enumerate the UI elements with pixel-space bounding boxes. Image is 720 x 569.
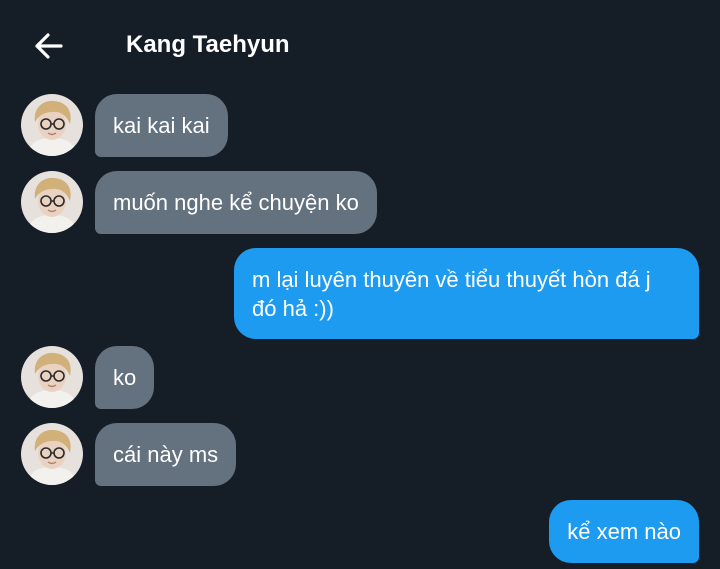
avatar[interactable] xyxy=(21,346,83,408)
conversation-header: Kang Taehyun xyxy=(0,0,720,88)
message-bubble-incoming[interactable]: ko xyxy=(95,346,155,409)
avatar[interactable] xyxy=(21,171,83,233)
message-bubble-outgoing[interactable]: kể xem nào xyxy=(549,500,699,563)
message-bubble-outgoing[interactable]: m lại luyên thuyên về tiểu thuyết hòn đá… xyxy=(234,248,699,339)
arrow-left-icon xyxy=(35,33,63,59)
avatar[interactable] xyxy=(21,94,83,156)
conversation-title[interactable]: Kang Taehyun xyxy=(126,29,290,61)
message-bubble-incoming[interactable]: cái này ms xyxy=(95,423,237,486)
avatar[interactable] xyxy=(21,423,83,485)
back-button[interactable] xyxy=(30,28,66,64)
message-bubble-incoming[interactable]: kai kai kai xyxy=(95,94,228,157)
message-bubble-incoming[interactable]: muốn nghe kể chuyện ko xyxy=(95,171,377,234)
